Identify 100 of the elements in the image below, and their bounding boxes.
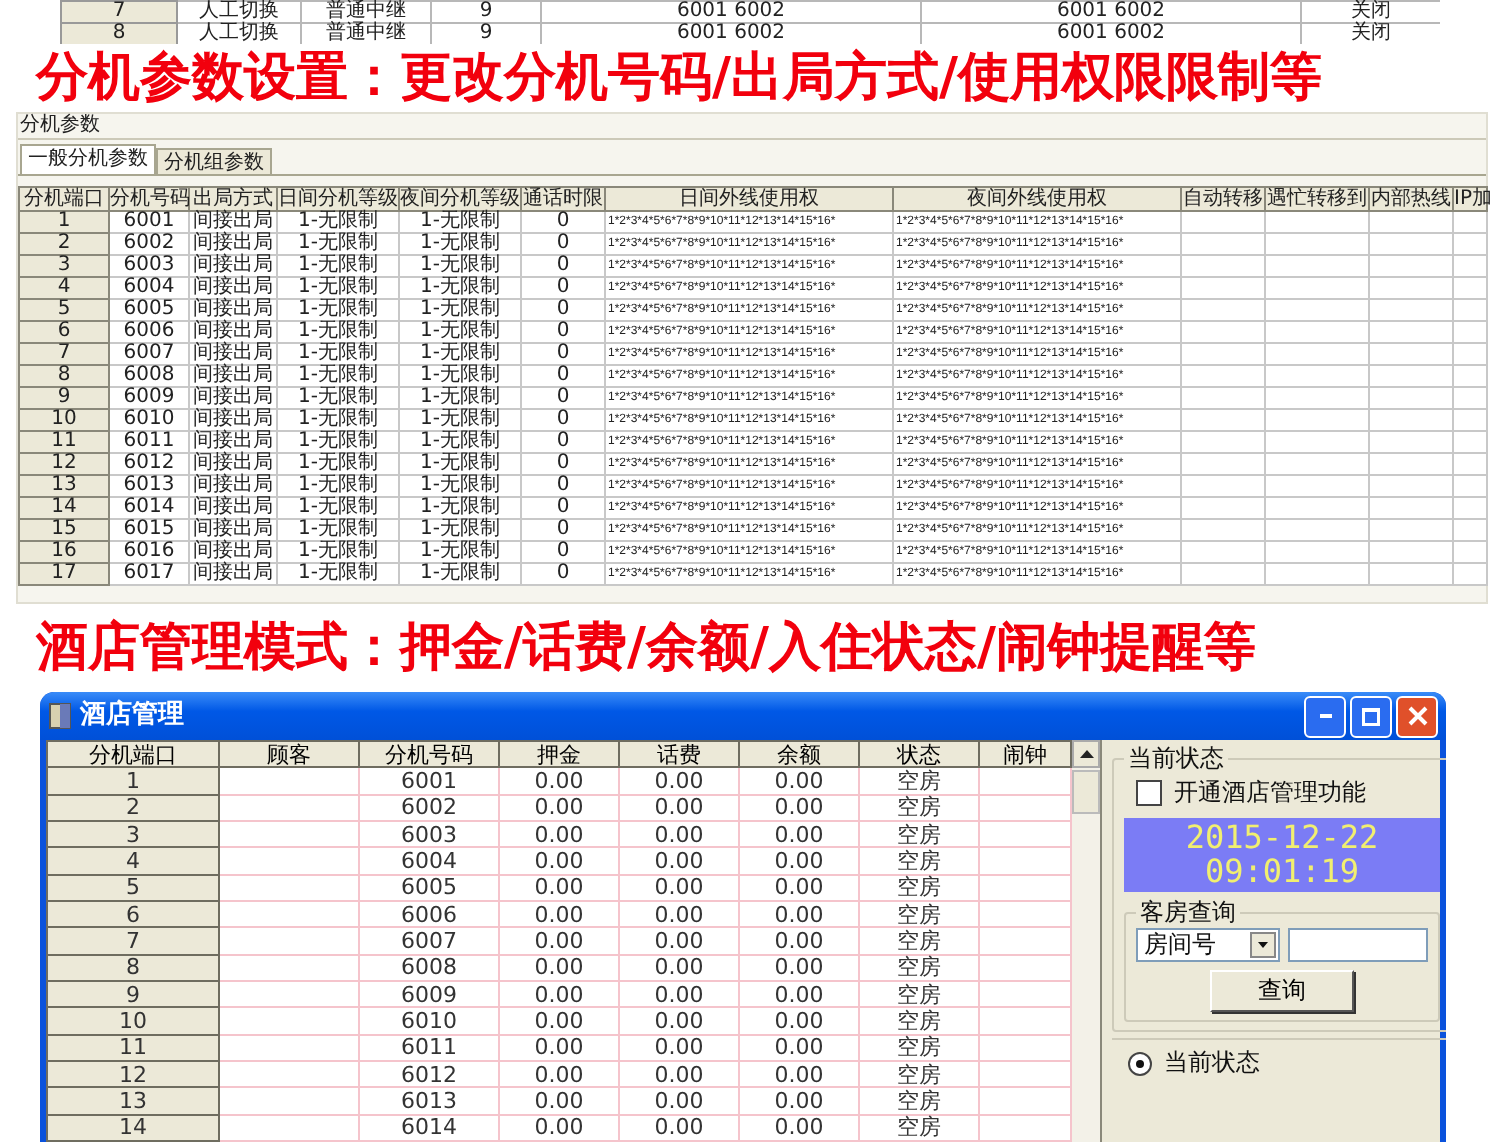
table-cell: 0 [521,563,605,585]
table-cell: 0.00 [619,1060,739,1088]
table-cell: 空房 [859,794,979,821]
table-cell: 6017 [109,563,189,585]
table-cell: 6010 [109,409,189,431]
table-cell: 0 [521,321,605,343]
table-cell: 6013 [109,475,189,497]
table-cell: 空房 [859,980,979,1008]
row-header: 7 [47,927,219,955]
table-cell: 0.00 [499,1114,619,1141]
scrollbar-thumb[interactable] [1072,770,1100,814]
table-cell: 0 [521,299,605,321]
query-button[interactable]: 查询 [1210,970,1354,1012]
table-cell: 0.00 [499,1087,619,1115]
table-cell: 1-无限制 [399,321,521,343]
table-cell: 6008 [359,954,499,981]
table-cell: 0 [521,475,605,497]
input-field[interactable] [1288,928,1428,962]
row-header: 13 [47,1087,219,1115]
table-cell: 6013 [359,1087,499,1115]
table-cell: 0 [521,431,605,453]
table-cell: 6011 [359,1034,499,1061]
table-cell: 0 [521,409,605,431]
table-cell: 0.00 [499,980,619,1008]
table-cell: 1-无限制 [399,233,521,255]
table-cell: 1-无限制 [399,563,521,585]
row-header: 15 [19,519,109,541]
radio-button[interactable] [1128,1051,1152,1075]
table-cell: 0.00 [739,767,859,795]
table-cell: 间接出局 [189,453,277,475]
table-cell: 0.00 [499,874,619,901]
table-cell: 6015 [109,519,189,541]
scroll-up-button[interactable] [1072,740,1100,768]
table-cell: 6009 [359,980,499,1008]
table-cell: 0.00 [499,820,619,848]
table-cell: 间接出局 [189,475,277,497]
table-cell: 6011 [109,431,189,453]
table-cell: 间接出局 [189,563,277,585]
column-header: 闹钟 [979,741,1071,768]
tab[interactable]: 一般分机参数 [20,144,156,174]
table-cell: 1-无限制 [399,387,521,409]
table-cell: 0.00 [499,767,619,795]
table-cell: 6002 [359,794,499,821]
table-cell: 1-无限制 [399,277,521,299]
table-cell: 0.00 [499,847,619,875]
table-cell: 0.00 [739,980,859,1008]
row-header: 9 [19,387,109,409]
table-cell: 0.00 [499,900,619,928]
table-cell: 0.00 [739,1087,859,1115]
table-cell: 0.00 [619,874,739,901]
table-cell: 0.00 [619,900,739,928]
row-header: 5 [19,299,109,321]
column-header: 通话时限 [521,187,605,211]
table-cell: 0.00 [739,1034,859,1061]
table-cell: 1-无限制 [277,453,399,475]
row-header: 13 [19,475,109,497]
table-cell: 0 [521,519,605,541]
column-header: 顾客 [219,741,359,768]
column-header: 日间分机等级 [277,187,399,211]
table-cell: 0.00 [619,794,739,821]
tab[interactable]: 分机组参数 [156,148,272,174]
row-header: 7 [19,343,109,365]
row-header: 10 [47,1007,219,1035]
column-header: 自动转移 [1181,187,1265,211]
table-cell: 0.00 [499,954,619,981]
row-header: 1 [47,767,219,795]
close-button[interactable] [1396,695,1438,737]
table-cell: 6003 [359,820,499,848]
table-cell: 6001 [359,767,499,795]
column-header: 分机端口 [47,741,219,768]
search-type-dropdown[interactable]: 房间号 [1136,928,1280,962]
table-cell: 间接出局 [189,519,277,541]
table-cell: 1-无限制 [399,497,521,519]
table-cell: 0.00 [739,794,859,821]
column-header: 押金 [499,741,619,768]
table-cell: 9 [431,1,541,23]
checkbox[interactable] [1136,780,1162,806]
row-header: 3 [19,255,109,277]
table-cell: 1-无限制 [277,211,399,233]
table-cell: 0 [521,343,605,365]
row-header: 9 [47,980,219,1008]
table-cell: 1-无限制 [277,431,399,453]
table-cell: 0.00 [499,1034,619,1061]
table-cell: 空房 [859,820,979,848]
column-header: 话费 [619,741,739,768]
table-cell: 6007 [109,343,189,365]
table-cell: 间接出局 [189,541,277,563]
table-cell: 1-无限制 [399,541,521,563]
table-cell: 0 [521,497,605,519]
table-cell: 0.00 [619,1034,739,1061]
table-cell: 1-无限制 [399,453,521,475]
minimize-button[interactable] [1304,695,1346,737]
date-text: 2015-12-22 [1185,820,1379,854]
table-cell: 1-无限制 [399,431,521,453]
caret-icon [1250,932,1276,958]
table-cell: 6006 [109,321,189,343]
table-cell: 1-无限制 [277,233,399,255]
table-cell: 空房 [859,1114,979,1141]
maximize-button[interactable] [1350,695,1392,737]
row-header: 6 [19,321,109,343]
